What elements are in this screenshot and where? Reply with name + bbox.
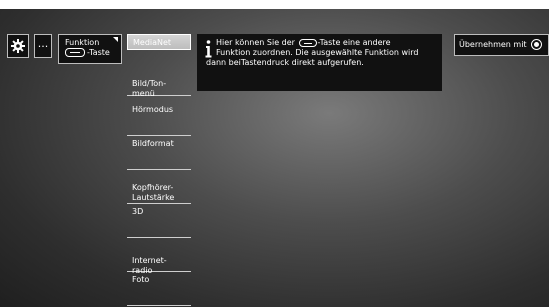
menu-item-label: MediaNet (133, 38, 172, 47)
menu-item-hoermodus[interactable]: Hörmodus (127, 102, 191, 136)
accept-button[interactable]: Übernehmen mit (454, 34, 549, 56)
gear-icon (11, 39, 25, 53)
more-button[interactable]: ··· (34, 34, 52, 58)
info-line1-before: Hier können Sie der (216, 38, 298, 47)
menu-item-label: Bild/Ton- menü (132, 79, 167, 98)
accept-label: Übernehmen mit (459, 40, 527, 49)
menu-item-internetradio[interactable]: Internet- radio (127, 238, 191, 275)
function-line2: -Taste (87, 48, 110, 57)
ok-icon (531, 39, 543, 50)
more-label: ··· (37, 39, 49, 53)
key-icon (65, 48, 85, 57)
info-icon (205, 40, 212, 58)
menu-item-foto[interactable]: Foto (127, 272, 191, 306)
menu-item-bildformat[interactable]: Bildformat (127, 136, 191, 170)
menu-item-3d[interactable]: 3D (127, 204, 191, 238)
info-line1-after: -Taste eine andere (317, 38, 391, 47)
function-key-button[interactable]: Funktion -Taste (58, 34, 122, 64)
menu-item-label: Foto (132, 275, 150, 284)
function-line2-wrap: -Taste (65, 48, 121, 58)
menu-item-kopfhoerer-lautstaerke[interactable]: Kopfhörer- Lautstärke (127, 170, 191, 204)
menu-item-label: Hörmodus (132, 105, 174, 114)
info-line1: Hier können Sie der -Taste eine andere (206, 38, 436, 48)
info-panel: Hier können Sie der -Taste eine andere F… (197, 34, 442, 91)
menu-item-medianet[interactable]: MediaNet (127, 34, 191, 50)
function-menu: MediaNet Bild/Ton- menü Hörmodus Bildfor… (127, 34, 191, 307)
settings-button[interactable] (7, 34, 29, 58)
menu-item-label: Bildformat (132, 139, 174, 148)
key-icon (298, 38, 317, 47)
menu-item-bild-ton-menu[interactable]: Bild/Ton- menü (127, 66, 191, 98)
menu-item-label: Kopfhörer- Lautstärke (132, 183, 175, 202)
menu-item-label: 3D (132, 207, 144, 216)
corner-caret-icon (113, 37, 118, 42)
info-line3: dann beiTastendruck direkt aufgerufen. (206, 58, 364, 67)
info-line2: Funktion zuordnen. Die ausgewählte Funkt… (216, 48, 419, 57)
